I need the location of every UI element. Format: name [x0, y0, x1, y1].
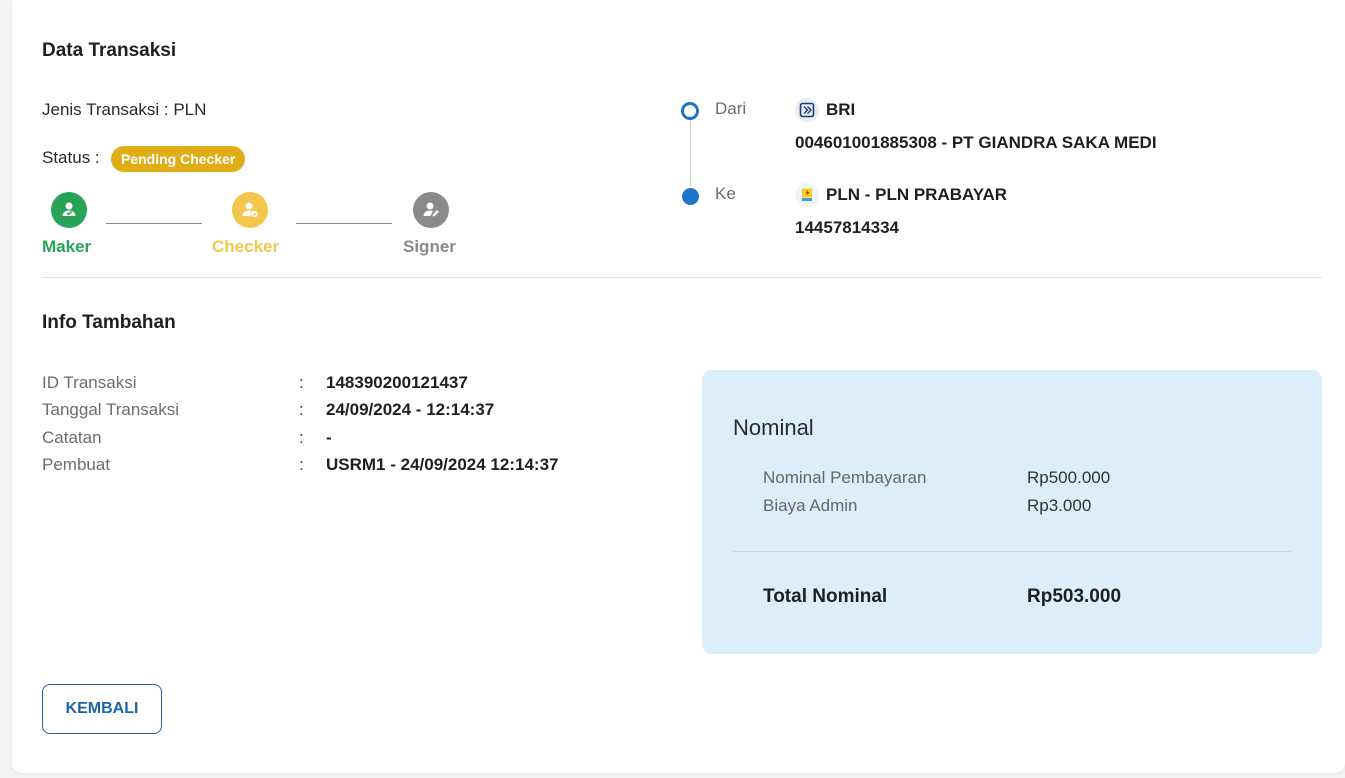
nominal-pembayaran-label: Nominal Pembayaran	[763, 468, 927, 487]
info-colon: :	[299, 428, 304, 447]
step-label-checker: Checker	[212, 237, 280, 256]
info-label-id: ID Transaksi	[42, 373, 137, 392]
section-divider	[42, 277, 1322, 278]
jenis-transaksi: Jenis Transaksi : PLN	[42, 100, 207, 119]
info-value-catatan: -	[326, 428, 332, 447]
timeline-to-dot	[682, 188, 699, 205]
step-connector	[106, 223, 202, 224]
step-connector	[296, 223, 392, 224]
pln-logo-icon	[795, 183, 819, 207]
timeline-line	[690, 120, 691, 186]
info-value-id: 148390200121437	[326, 373, 468, 392]
back-button[interactable]: KEMBALI	[42, 684, 162, 734]
dari-bank-name: BRI	[826, 100, 856, 119]
info-colon: :	[299, 373, 304, 392]
status-label: Status :	[42, 148, 100, 167]
transaction-detail-card: Data Transaksi Jenis Transaksi : PLN Sta…	[12, 0, 1345, 773]
total-nominal-label: Total Nominal	[763, 586, 888, 607]
biaya-admin-label: Biaya Admin	[763, 496, 858, 515]
user-pen-icon	[413, 192, 449, 228]
ke-account: 14457814334	[795, 218, 900, 237]
user-clock-icon	[232, 192, 268, 228]
dari-account: 004601001885308 - PT GIANDRA SAKA MEDI	[795, 133, 1157, 152]
nominal-title: Nominal	[733, 415, 814, 440]
section-title-data-transaksi: Data Transaksi	[42, 40, 177, 61]
timeline-from-dot	[681, 102, 699, 120]
user-check-icon	[51, 192, 87, 228]
info-value-pembuat: USRM1 - 24/09/2024 12:14:37	[326, 455, 559, 474]
nominal-summary-box: Nominal Nominal Pembayaran Rp500.000 Bia…	[702, 370, 1322, 654]
approval-stepper: Maker Checker Signer	[42, 192, 482, 262]
bri-logo-icon	[795, 98, 819, 122]
info-value-tanggal: 24/09/2024 - 12:14:37	[326, 400, 495, 419]
dari-label: Dari	[715, 99, 747, 118]
status-badge: Pending Checker	[111, 146, 246, 172]
ke-label: Ke	[715, 184, 736, 203]
info-label-tanggal: Tanggal Transaksi	[42, 400, 180, 419]
ke-name: PLN - PLN PRABAYAR	[826, 185, 1008, 204]
biaya-admin-value: Rp3.000	[1027, 496, 1092, 515]
info-colon: :	[299, 455, 304, 474]
section-title-info-tambahan: Info Tambahan	[42, 312, 176, 333]
nominal-pembayaran-value: Rp500.000	[1027, 468, 1111, 487]
nominal-divider	[733, 551, 1291, 552]
info-label-pembuat: Pembuat	[42, 455, 111, 474]
info-colon: :	[299, 400, 304, 419]
step-label-signer: Signer	[403, 237, 456, 256]
total-nominal-value: Rp503.000	[1027, 586, 1122, 607]
info-label-catatan: Catatan	[42, 428, 102, 447]
step-label-maker: Maker	[42, 237, 92, 256]
